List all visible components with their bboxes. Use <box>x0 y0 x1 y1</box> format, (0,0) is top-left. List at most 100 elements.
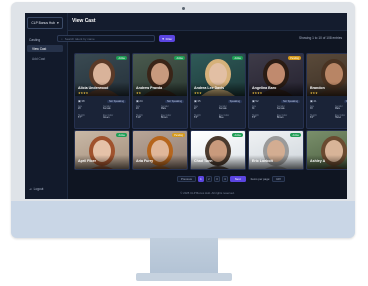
card-meta-row: ▣ 41 Speaking <box>310 99 347 103</box>
per-page-label: Items per page: <box>250 176 271 181</box>
footer: © 2025 CLP Bonus Hub. All rights reserve… <box>180 191 235 195</box>
cast-name: Brandon <box>310 86 325 90</box>
cast-card[interactable]: Andrew Pravda ★★ Active ▣ 24 Not Speaking Age… <box>132 53 188 129</box>
speaking-pill: Not Speaking <box>280 99 300 103</box>
card-field-value: 27 <box>194 108 197 110</box>
cast-name: Angelina Baro <box>252 86 277 90</box>
speaking-pill: Speaking <box>227 99 242 103</box>
card-field-value: 5'10" <box>136 117 142 119</box>
app-screen: CLP Bonus Hub ▾ Casting ⌄ View Cast Add … <box>25 13 347 199</box>
status-badge: Pending <box>172 133 185 137</box>
card-field: Gender Male <box>335 106 343 110</box>
chevron-down-icon: ▾ <box>279 176 281 181</box>
status-badge: Active <box>174 56 185 60</box>
card-meta-row: ▣ 24 Not Speaking <box>136 99 184 103</box>
card-field: Height 5'10" <box>136 115 143 119</box>
search-placeholder: Search talent by name <box>64 36 95 41</box>
speaking-pill: Not Speaking <box>106 99 126 103</box>
card-field-value: Blue <box>219 117 224 119</box>
status-badge: Active <box>116 133 127 137</box>
card-field-value: Brown <box>277 117 284 119</box>
card-field-value: Female <box>277 108 285 110</box>
cast-card[interactable]: Ashley AActive <box>306 130 347 170</box>
search-input[interactable]: ⌕ Search talent by name <box>57 35 155 42</box>
card-field-value: 6'0" <box>310 117 314 119</box>
monitor-stand <box>150 238 218 274</box>
cast-card[interactable]: Chad Tunn Active <box>190 130 246 170</box>
next-page-button[interactable]: Next <box>229 175 246 182</box>
chevron-down-icon: ▾ <box>56 21 59 25</box>
cast-name: Andrew Pravda <box>136 86 163 90</box>
card-field: Height 5'7" <box>78 115 85 119</box>
speaking-pill: Not Speaking <box>164 99 184 103</box>
card-field-value: Male <box>161 108 166 110</box>
rating-stars: ★★★ <box>310 91 318 95</box>
speaking-pill: Speaking <box>343 99 347 103</box>
episode-count: ▣ 24 <box>136 99 143 103</box>
card-field-value: Brown <box>161 117 168 119</box>
status-badge: Active <box>232 133 243 137</box>
status-badge: Active <box>232 56 243 60</box>
logout-button[interactable]: ⇥ Logout <box>29 187 43 191</box>
app-logo-label: CLP Bonus Hub <box>31 21 55 25</box>
pagination: Previous 1 2 3 4 Next Items per page: 10… <box>177 175 285 182</box>
cast-card[interactable]: Aria Furry Pending <box>132 130 188 170</box>
cast-name: Andrea Lee Davis <box>194 86 225 90</box>
app-logo-button[interactable]: CLP Bonus Hub ▾ <box>27 17 63 29</box>
card-field-value: 5'5" <box>252 117 256 119</box>
card-field: Gender Female <box>103 106 111 110</box>
filter-button[interactable]: ▼ Filter <box>159 35 175 42</box>
cast-name: Ashley A <box>310 159 326 163</box>
card-field-value: 5'6" <box>194 117 198 119</box>
card-field: Height 6'0" <box>310 115 317 119</box>
card-field-value: Female <box>219 108 227 110</box>
page-button-3[interactable]: 3 <box>213 175 220 182</box>
card-meta-row: ▣ 35 Speaking <box>194 99 242 103</box>
card-field: Age 29 <box>78 106 83 110</box>
cast-card[interactable]: Eric Loebolt Active <box>248 130 304 170</box>
card-field: Height 5'5" <box>252 115 259 119</box>
sidebar-item-view-cast[interactable]: View Cast <box>27 45 63 52</box>
episode-count: ▣ 52 <box>252 99 259 103</box>
camera-dot <box>182 7 185 10</box>
cast-card[interactable]: Alicia Underwood ★★★★ Active ▣ 38 Not Speaki… <box>74 53 130 129</box>
page-button-4[interactable]: 4 <box>221 175 228 182</box>
card-field-value: 5'7" <box>78 117 82 119</box>
logout-label: Logout <box>33 187 44 191</box>
card-field: Eye Color Hazel <box>335 115 346 119</box>
card-field-value: 24 <box>136 108 139 110</box>
card-field: Height 5'6" <box>194 115 201 119</box>
sidebar-item-add-cast[interactable]: Add Cast <box>27 55 63 62</box>
page-button-2[interactable]: 2 <box>205 175 212 182</box>
prev-page-button[interactable]: Previous <box>177 175 196 182</box>
cast-name: Eric Loebolt <box>252 159 273 163</box>
search-icon: ⌕ <box>61 36 63 41</box>
cast-card[interactable]: Angelina Baro ★★★★ Pending ▣ 52 Not Speaking… <box>248 53 304 129</box>
card-field: Age 31 <box>252 106 257 110</box>
cast-name: Chad Tunn <box>194 159 213 163</box>
card-field-value: Hazel <box>335 117 341 119</box>
sidebar-item-label: Add Cast <box>32 56 46 61</box>
cast-name: April Fiber <box>78 159 96 163</box>
card-field: Eye Color Blue <box>219 115 230 119</box>
card-field: Age 33 <box>310 106 315 110</box>
cast-card[interactable]: Andrea Lee Davis ★★★ Active ▣ 35 Speaking Age… <box>190 53 246 129</box>
page-button-1[interactable]: 1 <box>197 175 204 182</box>
card-field: Eye Color Green <box>103 115 114 119</box>
card-field: Gender Female <box>219 106 227 110</box>
filter-label: Filter <box>165 36 173 41</box>
monitor-chin <box>11 201 355 238</box>
card-field-value: 33 <box>310 108 313 110</box>
card-field-value: 31 <box>252 108 255 110</box>
episode-count: ▣ 35 <box>194 99 201 103</box>
card-field-value: Green <box>103 117 110 119</box>
sidebar-group-label: Casting <box>29 38 41 42</box>
rating-stars: ★★★ <box>194 91 202 95</box>
status-badge: Active <box>116 56 127 60</box>
cast-card[interactable]: April Fiber Active <box>74 130 130 170</box>
card-field: Eye Color Brown <box>161 115 172 119</box>
per-page-select[interactable]: 10 ▾ <box>272 175 285 182</box>
rating-stars: ★★★★ <box>78 91 89 95</box>
cast-card[interactable]: Brandon★★★Active▣ 41SpeakingAge33GenderM… <box>306 53 347 129</box>
card-field-value: Male <box>335 108 340 110</box>
